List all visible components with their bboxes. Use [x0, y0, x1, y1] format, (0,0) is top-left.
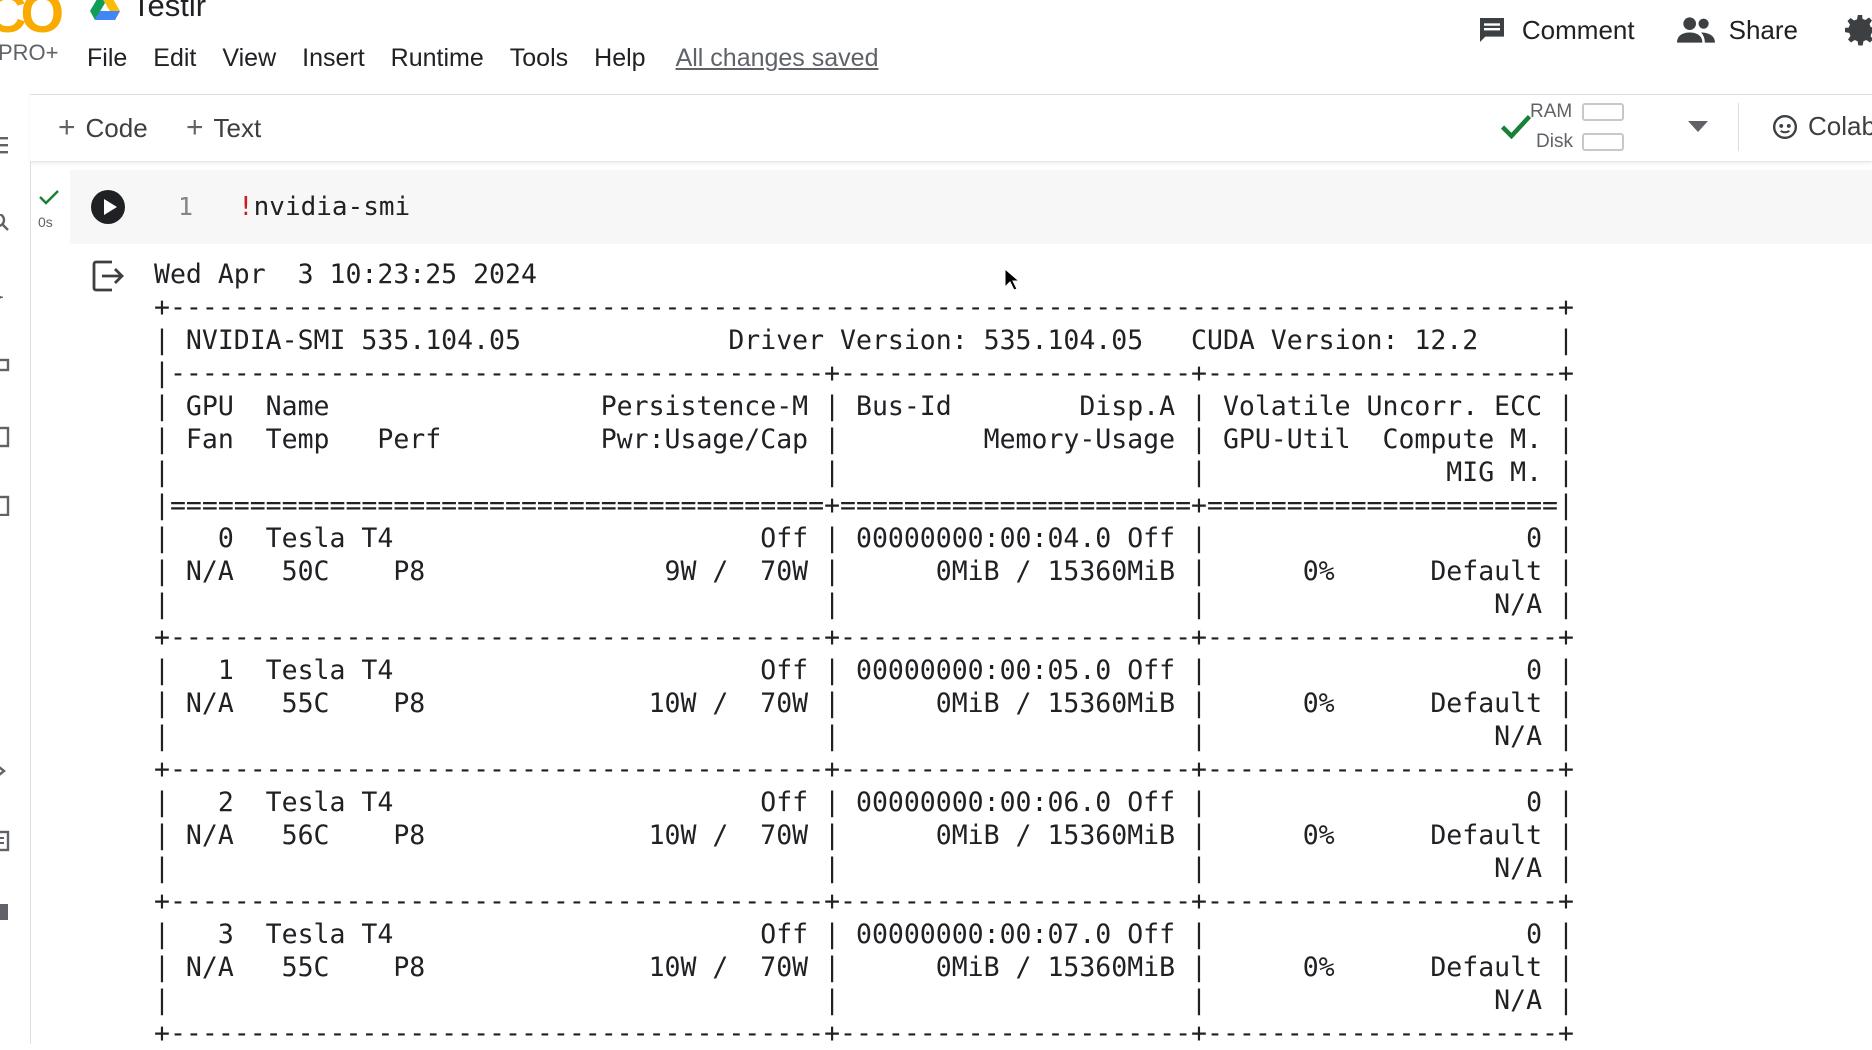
table-of-contents-icon[interactable]	[0, 134, 14, 156]
notebook-title[interactable]: Testir	[132, 0, 206, 24]
svg-text:}: }	[0, 286, 5, 308]
connected-check-icon	[1500, 114, 1532, 140]
files-folder-icon[interactable]	[0, 494, 14, 516]
colab-logo-text: CO	[0, 0, 64, 44]
share-label: Share	[1728, 14, 1798, 45]
share-button[interactable]: Share	[1676, 14, 1798, 46]
mouse-cursor-icon	[1004, 268, 1020, 291]
add-text-cell-button[interactable]: + Text	[186, 111, 261, 145]
plus-icon: +	[186, 111, 204, 144]
menu-view[interactable]: View	[222, 44, 276, 73]
ram-usage-bar[interactable]	[1582, 103, 1624, 121]
code-snippets-icon[interactable]: }	[0, 286, 14, 308]
executed-check-icon	[39, 190, 59, 205]
run-cell-button[interactable]	[90, 189, 126, 225]
plus-icon: +	[58, 111, 76, 144]
command-palette-icon[interactable]	[0, 830, 14, 852]
code-cell[interactable]: 1 !nvidia-smi	[70, 170, 1872, 244]
code-editor[interactable]: !nvidia-smi	[238, 192, 410, 222]
cell-output-text: Wed Apr 3 10:23:25 2024 +---------------…	[154, 259, 1574, 1049]
comment-label: Comment	[1521, 14, 1635, 45]
disk-label: Disk	[1536, 131, 1573, 152]
google-drive-icon[interactable]	[90, 0, 120, 20]
add-code-cell-button[interactable]: + Code	[58, 111, 148, 145]
terminal-icon[interactable]	[0, 356, 14, 378]
comment-button[interactable]: Comment	[1476, 14, 1635, 46]
execution-time: 0s	[38, 214, 53, 230]
left-sidebar-rail: }	[0, 94, 31, 1044]
variables-icon[interactable]	[0, 426, 14, 448]
plan-badge: PRO+	[0, 40, 59, 65]
menu-insert[interactable]: Insert	[302, 44, 365, 73]
ram-label: RAM	[1530, 101, 1573, 122]
colab-ai-label: Colab AI	[1808, 111, 1872, 141]
header-actions: Comment Share	[1476, 10, 1872, 50]
menu-bar: File Edit View Insert Runtime Tools Help…	[87, 44, 904, 73]
search-icon[interactable]	[0, 214, 14, 236]
line-number: 1	[178, 192, 194, 221]
expand-chevron-icon[interactable]	[0, 760, 14, 782]
code-command: nvidia-smi	[253, 192, 411, 222]
runtime-dropdown-icon[interactable]	[1688, 121, 1708, 133]
menu-edit[interactable]: Edit	[153, 44, 196, 73]
menu-tools[interactable]: Tools	[510, 44, 568, 73]
add-text-label: Text	[213, 112, 262, 143]
comment-icon	[1479, 18, 1504, 42]
colab-logo[interactable]: CO PRO+	[0, 0, 70, 70]
save-status-link[interactable]: All changes saved	[676, 44, 879, 73]
add-code-label: Code	[85, 112, 148, 143]
menu-file[interactable]: File	[87, 44, 127, 73]
menu-help[interactable]: Help	[594, 44, 645, 73]
colab-ai-icon	[1772, 114, 1798, 139]
terminal-bottom-icon[interactable]	[0, 900, 14, 922]
colab-ai-button[interactable]: Colab AI	[1772, 111, 1872, 142]
shell-prefix: !	[238, 192, 254, 222]
output-actions-icon[interactable]	[90, 258, 126, 294]
toolbar-divider	[1738, 103, 1739, 151]
people-icon	[1676, 17, 1715, 43]
settings-gear-icon[interactable]	[1840, 10, 1872, 50]
notebook-toolbar: + Code + Text RAM Disk Colab AI	[30, 94, 1872, 162]
disk-usage-bar[interactable]	[1582, 133, 1624, 151]
menu-runtime[interactable]: Runtime	[391, 44, 484, 73]
